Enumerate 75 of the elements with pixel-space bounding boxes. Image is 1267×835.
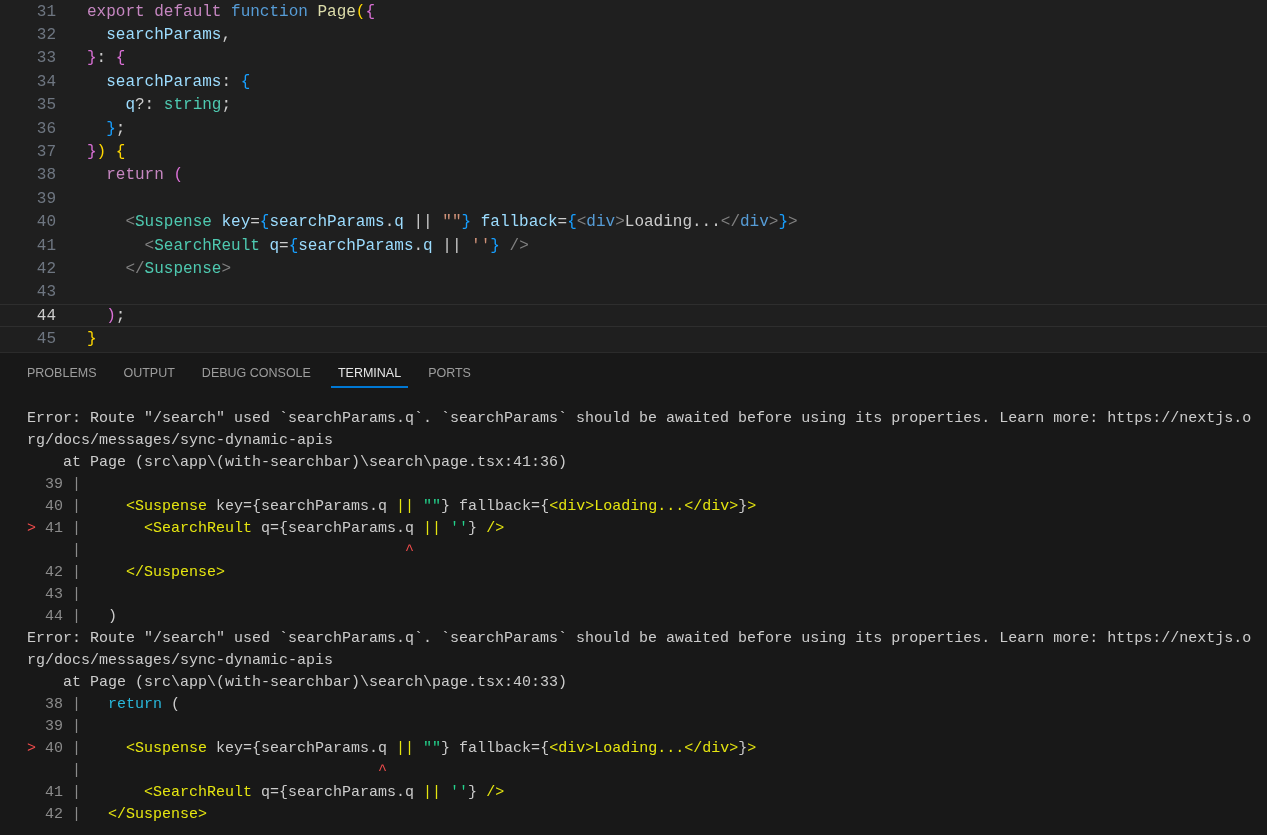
terminal-text: at Page (src\app\(with-searchbar)\search\page.tsx:41:36) — [62, 452, 568, 473]
gutter-pipe-text: | — [72, 496, 81, 517]
code-line: <SearchReult q={searchParams.q || ''} /> — [143, 518, 505, 539]
code-line: return ( — [107, 694, 181, 715]
code-line: } — [87, 329, 97, 351]
line-number: 34 — [35, 71, 56, 93]
line-number: 39 — [45, 717, 63, 735]
gutter-pipe-text: | — [72, 716, 81, 737]
gutter-pipe-text: | — [72, 606, 81, 627]
line-number: 40 — [35, 212, 56, 234]
gutter-pipe-text: | — [72, 540, 81, 561]
code-line: q?: string; — [124, 95, 232, 117]
line-number: 40 — [45, 739, 63, 757]
code-line: }: { — [87, 48, 126, 70]
line-number: 38 — [45, 695, 63, 713]
line-number: 45 — [35, 329, 56, 351]
code-line: }) { — [87, 142, 126, 164]
line-number: 31 — [35, 1, 56, 23]
line-number: 41 — [45, 783, 63, 801]
line-number: 33 — [35, 48, 56, 70]
code-line: ^ — [404, 540, 415, 561]
code-line: <Suspense key={searchParams.q || ""} fallback={<div>Loading...</div>}> — [125, 738, 757, 759]
code-line: <SearchReult q={searchParams.q || ''} /> — [143, 235, 529, 257]
panel-tab[interactable]: TERMINAL — [330, 361, 409, 388]
line-number: 37 — [35, 142, 56, 164]
gutter-pipe-text: | — [72, 782, 81, 803]
gutter-pipe-text: | — [72, 562, 81, 583]
code-line: searchParams, — [105, 25, 232, 47]
terminal-text: at Page (src\app\(with-searchbar)\search\page.tsx:40:33) — [62, 672, 568, 693]
panel-tab[interactable]: PORTS — [421, 361, 478, 388]
gutter-pipe-text: | — [72, 804, 81, 825]
code-line: return ( — [105, 165, 184, 187]
line-number: 42 — [45, 805, 63, 823]
code-line: ^ — [377, 760, 388, 781]
error-marker: > — [27, 519, 36, 537]
code-line: </Suspense> — [124, 259, 232, 280]
line-number: 43 — [45, 585, 63, 603]
code-line: ) — [107, 606, 118, 627]
code-line: searchParams: { — [105, 71, 251, 93]
panel-tab[interactable]: DEBUG CONSOLE — [194, 361, 318, 388]
terminal-text: rg/docs/messages/sync-dynamic-apis — [27, 430, 334, 451]
line-number: 41 — [45, 519, 63, 537]
gutter-pipe-text: | — [72, 474, 81, 495]
panel-tab[interactable]: OUTPUT — [116, 361, 182, 388]
code-line: <SearchReult q={searchParams.q || ''} /> — [143, 782, 505, 803]
code-line: }; — [105, 118, 126, 140]
line-number: 44 — [45, 607, 63, 625]
line-number: 36 — [35, 118, 56, 140]
gutter-pipe-text: | — [72, 584, 81, 605]
line-number: 42 — [35, 259, 56, 280]
line-number: 40 — [45, 497, 63, 515]
line-number: 39 — [45, 475, 63, 493]
gutter-pipe-text: | — [72, 518, 81, 539]
code-line: </Suspense> — [125, 562, 226, 583]
line-number: 42 — [45, 563, 63, 581]
line-number: 32 — [35, 25, 56, 47]
terminal-text: rg/docs/messages/sync-dynamic-apis — [27, 650, 334, 671]
code-line: <Suspense key={searchParams.q || ""} fallback={<div>Loading...</div>}> — [124, 212, 798, 234]
code-line: export default function Page({ — [87, 1, 376, 23]
gutter-pipe-text: | — [72, 694, 81, 715]
panel-tab[interactable]: PROBLEMS — [20, 361, 104, 388]
line-number: 43 — [35, 282, 56, 304]
line-number: 39 — [35, 188, 56, 210]
terminal-text: Error: Route "/search" used `searchParams.q`. `searchParams` should be awaited before using its properties. Learn more: https://nextjs.o — [27, 628, 1252, 649]
gutter-pipe-text: | — [72, 738, 81, 759]
code-line: ); — [105, 305, 126, 327]
line-number: 44 — [35, 305, 56, 327]
line-number: 35 — [35, 95, 56, 117]
gutter-pipe-text: | — [72, 760, 81, 781]
line-number: 41 — [35, 235, 56, 257]
line-number: 38 — [35, 165, 56, 187]
code-line: </Suspense> — [107, 804, 208, 825]
error-marker: > — [27, 739, 36, 757]
terminal-text: Error: Route "/search" used `searchParams.q`. `searchParams` should be awaited before using its properties. Learn more: https://nextjs.o — [27, 408, 1252, 429]
code-line: <Suspense key={searchParams.q || ""} fallback={<div>Loading...</div>}> — [125, 496, 757, 517]
